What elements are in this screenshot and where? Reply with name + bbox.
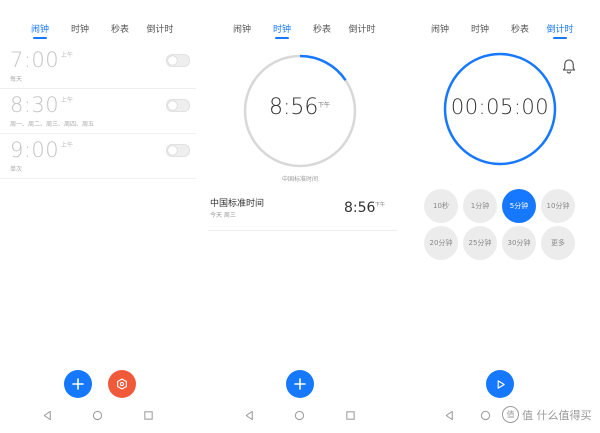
preset-chip[interactable]: 1分钟 xyxy=(463,189,497,223)
alarm-toggle[interactable] xyxy=(166,144,190,157)
circle-home-icon[interactable] xyxy=(92,410,103,421)
tab-timer[interactable]: 倒计时 xyxy=(342,22,382,35)
toggle-knob xyxy=(168,101,177,110)
circle-home-icon[interactable] xyxy=(480,410,491,421)
alarm-repeat: 单次 xyxy=(10,166,23,173)
clock-screen: 闹钟 时钟 秒表 倒计时 8:56 下午 中国标准时间 中国标准时间 今天 周三… xyxy=(202,0,398,433)
clock-time: 8:56 xyxy=(269,95,319,120)
plus-icon xyxy=(294,378,306,390)
play-icon xyxy=(497,379,505,389)
preset-more-chip[interactable]: 更多 xyxy=(541,226,575,260)
alarm-ampm: 上午 xyxy=(61,52,74,59)
tab-bar: 闹钟 时钟 秒表 倒计时 xyxy=(404,22,600,42)
system-nav-bar xyxy=(0,410,196,428)
gear-icon xyxy=(117,378,127,390)
tab-clock[interactable]: 时钟 xyxy=(460,22,500,35)
alarm-repeat: 每天 xyxy=(10,76,23,83)
settings-button[interactable] xyxy=(108,370,136,398)
alarm-toggle[interactable] xyxy=(166,99,190,112)
preset-chip[interactable]: 5分钟 xyxy=(502,189,536,223)
preset-chip[interactable]: 30分钟 xyxy=(502,226,536,260)
tab-alarm[interactable]: 闹钟 xyxy=(222,22,262,35)
tab-stopwatch[interactable]: 秒表 xyxy=(302,22,342,35)
tab-alarm[interactable]: 闹钟 xyxy=(420,22,460,35)
watermark: 值 值 什么值得买 xyxy=(502,406,592,423)
plus-icon xyxy=(72,378,84,390)
system-nav-bar xyxy=(202,410,398,428)
alarm-toggle[interactable] xyxy=(166,54,190,67)
triangle-back-icon[interactable] xyxy=(42,410,53,421)
alarm-item[interactable]: 9:00 上午 单次 xyxy=(0,134,196,179)
timer-screen: 闹钟 时钟 秒表 倒计时 00:05:00 10秒 1分钟 5分钟 10分钟 2… xyxy=(404,0,600,433)
watermark-text: 值 什么值得买 xyxy=(522,408,592,422)
alarm-item[interactable]: 8:30 上午 周一、周二、周三、周四、周五 xyxy=(0,89,196,134)
timer-display: 00:05:00 xyxy=(450,95,550,119)
city-date: 今天 周三 xyxy=(210,212,236,219)
tab-timer[interactable]: 倒计时 xyxy=(140,22,180,35)
preset-chip[interactable]: 10分钟 xyxy=(541,189,575,223)
watermark-logo: 值 xyxy=(502,406,519,423)
start-timer-button[interactable] xyxy=(486,370,514,398)
alarm-ampm: 上午 xyxy=(61,142,74,149)
city-clock-item[interactable]: 中国标准时间 今天 周三 8:56 下午 xyxy=(208,192,398,231)
preset-chip[interactable]: 20分钟 xyxy=(424,226,458,260)
city-ampm: 下午 xyxy=(375,202,386,208)
triangle-back-icon[interactable] xyxy=(444,410,455,421)
square-recents-icon[interactable] xyxy=(345,410,356,421)
alarm-screen: 闹钟 时钟 秒表 倒计时 7:00 上午 每天 8:30 上午 周一、周二、周三… xyxy=(0,0,196,433)
tab-timer[interactable]: 倒计时 xyxy=(540,22,580,39)
city-time: 8:56 xyxy=(344,200,376,216)
alarm-repeat: 周一、周二、周三、周四、周五 xyxy=(10,121,95,128)
alarm-time: 8:30 xyxy=(10,93,60,117)
tab-bar: 闹钟 时钟 秒表 倒计时 xyxy=(0,22,196,42)
toggle-knob xyxy=(168,56,177,65)
triangle-back-icon[interactable] xyxy=(244,410,255,421)
alarm-ampm: 上午 xyxy=(61,97,74,104)
circle-home-icon[interactable] xyxy=(294,410,305,421)
tab-stopwatch[interactable]: 秒表 xyxy=(100,22,140,35)
preset-chip[interactable]: 25分钟 xyxy=(463,226,497,260)
alarm-time: 9:00 xyxy=(10,138,60,162)
tab-clock[interactable]: 时钟 xyxy=(60,22,100,35)
alarm-time: 7:00 xyxy=(10,48,60,72)
tab-clock[interactable]: 时钟 xyxy=(262,22,302,39)
add-city-button[interactable] xyxy=(286,370,314,398)
preset-chip[interactable]: 10秒 xyxy=(424,189,458,223)
add-alarm-button[interactable] xyxy=(64,370,92,398)
timezone-label: 中国标准时间 xyxy=(281,176,318,183)
bell-icon[interactable] xyxy=(562,58,576,74)
alarm-item[interactable]: 7:00 上午 每天 xyxy=(0,44,196,89)
square-recents-icon[interactable] xyxy=(143,410,154,421)
tab-stopwatch[interactable]: 秒表 xyxy=(500,22,540,35)
clock-ampm: 下午 xyxy=(318,102,331,109)
toggle-knob xyxy=(168,146,177,155)
tab-alarm[interactable]: 闹钟 xyxy=(20,22,60,39)
city-name: 中国标准时间 xyxy=(210,199,265,209)
tab-bar: 闹钟 时钟 秒表 倒计时 xyxy=(202,22,398,42)
